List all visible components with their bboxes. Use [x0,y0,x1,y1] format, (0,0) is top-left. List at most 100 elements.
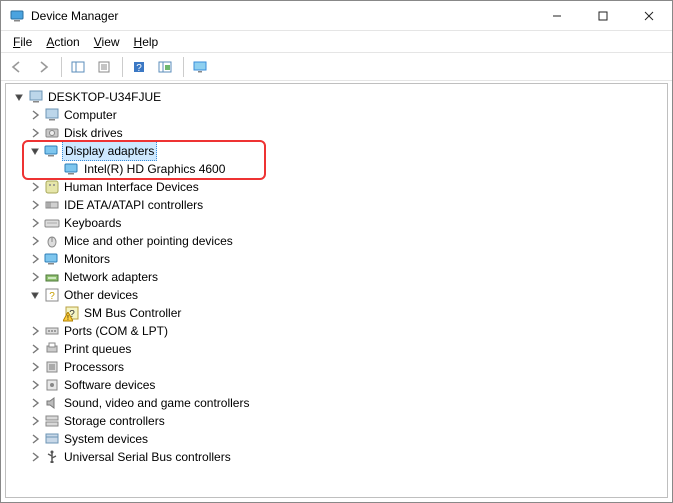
device-tree-pane[interactable]: DESKTOP-U34FJUEComputerDisk drivesDispla… [5,83,668,498]
expand-toggle[interactable] [28,342,42,356]
show-hide-console-button[interactable] [66,55,90,79]
device-category-icon [44,377,60,393]
expand-toggle[interactable] [28,108,42,122]
app-icon [9,8,25,24]
tree-category-9[interactable]: ?Other devices [8,286,665,304]
expand-toggle[interactable] [28,396,42,410]
tree-category-2[interactable]: Display adapters [8,142,665,160]
menu-file[interactable]: File [7,33,38,51]
expand-toggle[interactable] [28,324,42,338]
scan-hardware-button[interactable] [153,55,177,79]
maximize-button[interactable] [580,1,626,30]
device-category-icon [44,233,60,249]
tree-label[interactable]: Monitors [64,250,110,268]
device-category-icon [44,143,60,159]
expand-toggle[interactable] [28,216,42,230]
tree-label[interactable]: Intel(R) HD Graphics 4600 [84,160,225,178]
tree-device-9-0[interactable]: ?!SM Bus Controller [8,304,665,322]
expand-toggle[interactable] [28,360,42,374]
expand-toggle[interactable] [28,234,42,248]
tree-category-7[interactable]: Monitors [8,250,665,268]
menu-view[interactable]: View [88,33,126,51]
monitor-button[interactable] [188,55,212,79]
device-category-icon [44,413,60,429]
window-title: Device Manager [31,9,534,23]
tree-label[interactable]: Disk drives [64,124,123,142]
tree-category-1[interactable]: Disk drives [8,124,665,142]
expand-toggle[interactable] [28,450,42,464]
tree-category-3[interactable]: Human Interface Devices [8,178,665,196]
tree-category-4[interactable]: IDE ATA/ATAPI controllers [8,196,665,214]
tree-category-14[interactable]: Sound, video and game controllers [8,394,665,412]
device-category-icon [44,251,60,267]
tree-category-8[interactable]: Network adapters [8,268,665,286]
properties-button[interactable] [92,55,116,79]
device-category-icon: ? [44,287,60,303]
svg-text:?: ? [136,63,142,74]
tree-label[interactable]: SM Bus Controller [84,304,181,322]
tree-category-16[interactable]: System devices [8,430,665,448]
toolbar-separator [183,57,184,77]
tree-label[interactable]: Human Interface Devices [64,178,199,196]
forward-button[interactable] [31,55,55,79]
expand-toggle[interactable] [48,162,62,176]
menu-help[interactable]: Help [128,33,165,51]
tree-label[interactable]: Sound, video and game controllers [64,394,249,412]
tree-category-6[interactable]: Mice and other pointing devices [8,232,665,250]
tree-label[interactable]: DESKTOP-U34FJUE [48,88,161,106]
expand-toggle[interactable] [28,180,42,194]
tree-label[interactable]: IDE ATA/ATAPI controllers [64,196,203,214]
tree-label[interactable]: Other devices [64,286,138,304]
device-category-icon [44,431,60,447]
menu-action[interactable]: Action [40,33,85,51]
expand-toggle[interactable] [28,198,42,212]
tree-label[interactable]: Display adapters [62,141,157,161]
tree-label[interactable]: Software devices [64,376,155,394]
expand-toggle[interactable] [28,414,42,428]
tree-label[interactable]: Keyboards [64,214,121,232]
tree-label[interactable]: Processors [64,358,124,376]
device-category-icon [44,341,60,357]
device-category-icon [28,89,44,105]
tree-label[interactable]: Mice and other pointing devices [64,232,233,250]
tree-label[interactable]: Storage controllers [64,412,165,430]
help-button[interactable]: ? [127,55,151,79]
tree-label[interactable]: Ports (COM & LPT) [64,322,168,340]
expand-toggle[interactable] [12,90,26,104]
minimize-button[interactable] [534,1,580,30]
expand-toggle[interactable] [28,252,42,266]
expand-toggle[interactable] [28,126,42,140]
expand-toggle[interactable] [28,432,42,446]
expand-toggle[interactable] [28,288,42,302]
tree-category-11[interactable]: Print queues [8,340,665,358]
device-category-icon [44,269,60,285]
device-category-icon [44,395,60,411]
tree-label[interactable]: Computer [64,106,117,124]
expand-toggle[interactable] [28,270,42,284]
titlebar: Device Manager [1,1,672,31]
tree-category-17[interactable]: Universal Serial Bus controllers [8,448,665,466]
tree-category-12[interactable]: Processors [8,358,665,376]
tree-category-0[interactable]: Computer [8,106,665,124]
close-button[interactable] [626,1,672,30]
tree-label[interactable]: Print queues [64,340,131,358]
tree-label[interactable]: System devices [64,430,148,448]
tree-category-10[interactable]: Ports (COM & LPT) [8,322,665,340]
tree-category-13[interactable]: Software devices [8,376,665,394]
expand-toggle[interactable] [28,144,42,158]
device-category-icon [44,359,60,375]
back-button[interactable] [5,55,29,79]
tree-category-15[interactable]: Storage controllers [8,412,665,430]
tree-category-5[interactable]: Keyboards [8,214,665,232]
device-category-icon [44,197,60,213]
expand-toggle[interactable] [48,306,62,320]
tree-device-2-0[interactable]: Intel(R) HD Graphics 4600 [8,160,665,178]
tree-label[interactable]: Universal Serial Bus controllers [64,448,231,466]
device-category-icon [44,107,60,123]
tree-root-node[interactable]: DESKTOP-U34FJUE [8,88,665,106]
device-category-icon: ?! [64,305,80,321]
menubar: File Action View Help [1,31,672,53]
device-category-icon [44,215,60,231]
tree-label[interactable]: Network adapters [64,268,158,286]
expand-toggle[interactable] [28,378,42,392]
